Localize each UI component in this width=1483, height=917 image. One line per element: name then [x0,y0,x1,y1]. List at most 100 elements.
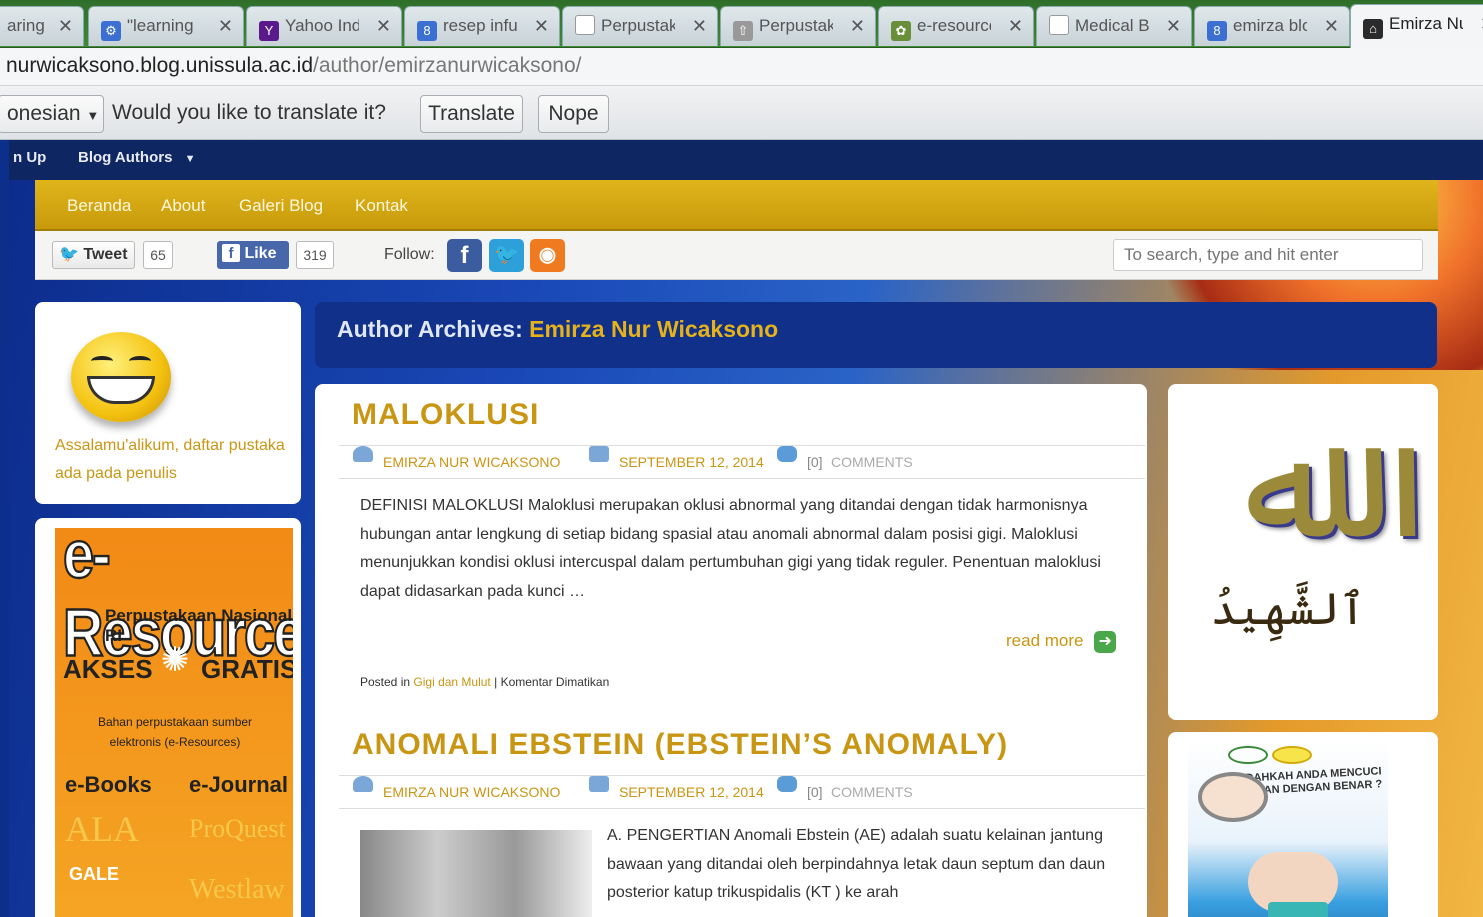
post-excerpt: A. PENGERTIAN Anomali Ebstein (AE) adala… [607,827,1106,901]
archive-prefix: Author Archives: [337,316,523,342]
post-author[interactable]: EMIRZA NUR WICAKSONO [383,776,560,808]
blog-authors-menu[interactable]: Blog Authors ▼ [78,149,196,166]
archive-header: Author Archives: Emirza Nur Wicaksono [315,302,1437,368]
like-button[interactable]: f Like [217,241,289,269]
admin-bar: n Up Blog Authors ▼ [9,140,1483,180]
handwash-poster[interactable]: SUDAHKAH ANDA MENCUCI TANGAN DENGAN BENA… [1188,742,1388,917]
comments-label[interactable]: COMMENTS [831,776,913,808]
browser-tab[interactable]: Y Yahoo Ind ✕ [246,6,402,46]
browser-tab[interactable]: Perpustak ✕ [562,6,718,46]
nope-button[interactable]: Nope [538,95,609,133]
browser-tab[interactable]: aring ✕ [0,6,84,46]
banner-ejournal: e-Journal [189,772,289,797]
close-tab-icon[interactable]: ✕ [1324,7,1339,45]
post-title[interactable]: MALOKLUSI [352,398,539,432]
close-tab-icon[interactable]: ✕ [58,7,73,45]
nav-galeri-blog[interactable]: Galeri Blog [239,196,323,216]
greeting-text: Assalamu'alikum, daftar pustaka ada pada… [55,437,285,482]
browser-tab-bar: aring ✕ ⚙ "learning ✕ Y Yahoo Ind ✕ 8 resep in… [0,0,1483,48]
nav-about[interactable]: About [161,196,205,216]
rss-icon[interactable]: ◉ [530,239,565,272]
like-count: 319 [296,241,334,269]
twitter-follow-icon[interactable]: 🐦 [489,239,524,272]
close-tab-icon[interactable]: ✕ [1008,7,1023,45]
yahoo-icon: Y [259,21,279,41]
close-tab-icon[interactable]: ✕ [376,7,391,45]
browser-tab[interactable]: Medical B ✕ [1036,6,1192,46]
browser-tab-active[interactable]: ⌂Emirza Nu✕ [1350,4,1483,48]
comment-count[interactable]: [0] [807,446,823,478]
translate-question: Would you like to translate it? [112,101,386,124]
read-more-link[interactable]: read more ➜ [1006,631,1117,653]
close-tab-icon[interactable]: ✕ [692,7,707,45]
comment-count[interactable]: [0] [807,776,823,808]
search-input[interactable] [1113,239,1423,271]
close-tab-icon[interactable]: ✕ [850,7,865,45]
browser-tab[interactable]: ✿ e-resource ✕ [878,6,1034,46]
close-tab-icon[interactable]: ✕ [534,7,549,45]
arrow-right-icon: ➜ [1094,631,1117,653]
smiley-icon [71,332,171,422]
post-author[interactable]: EMIRZA NUR WICAKSONO [383,446,560,478]
browser-tab[interactable]: ⇧ Perpustak ✕ [720,6,876,46]
main-nav: Beranda About Galeri Blog Kontak [35,180,1438,231]
upload-icon: ⇧ [733,21,753,41]
arabic-text: ٱلشَّهِيدُ [1210,584,1366,635]
calligraphy-widget: ﷲ ٱلشَّهِيدُ [1168,384,1438,720]
handwash-widget: SUDAHKAH ANDA MENCUCI TANGAN DENGAN BENA… [1168,732,1438,917]
eresources-widget: e-Resources Perpustakaan Nasional RI AKS… [35,518,301,917]
translate-button[interactable]: Translate [420,95,523,133]
tweet-count: 65 [143,241,173,269]
eresources-banner[interactable]: e-Resources Perpustakaan Nasional RI AKS… [55,528,293,917]
allah-calligraphy-image: ﷲ [1244,398,1332,572]
greeting-widget: Assalamu'alikum, daftar pustaka ada pada… [35,302,301,504]
banner-ebooks: e-Books [65,772,152,797]
gale-logo: GALE [69,864,120,884]
page-icon [1049,15,1069,35]
browser-tab[interactable]: 8 resep infu ✕ [404,6,560,46]
tweet-button[interactable]: 🐦 Tweet [52,241,135,269]
torch-icon: ✺ [160,641,190,679]
banner-description: Bahan perpustakaan sumber elektronis (e-… [97,715,253,749]
post-meta: EMIRZA NUR WICAKSONO SEPTEMBER 12, 2014 … [339,775,1145,809]
archive-author-name: Emirza Nur Wicaksono [529,316,779,342]
magnifier-icon [1198,772,1268,822]
url-text[interactable]: nurwicaksono.blog.unissula.ac.id/author/… [6,54,581,78]
post-title[interactable]: ANOMALI EBSTEIN (EBSTEIN’S ANOMALY) [352,728,1008,762]
social-bar: 🐦 Tweet 65 f Like 319 Follow: f 🐦 ◉ [35,231,1438,280]
post-date: SEPTEMBER 12, 2014 [619,454,764,470]
chevron-down-icon: ▼ [86,108,100,123]
translate-bar: onesian ▼ Would you like to translate it… [0,86,1483,140]
facebook-follow-icon[interactable]: f [447,239,482,272]
close-tab-icon[interactable]: ✕ [1166,7,1181,45]
post-footer: Posted in Gigi dan Mulut | Komentar Dima… [360,675,610,689]
logos-icon [1228,746,1348,766]
ala-logo: ALA [65,809,139,849]
signup-link[interactable]: n Up [13,149,46,166]
language-select[interactable]: onesian ▼ [0,95,104,133]
chevron-down-icon: ▼ [184,153,196,165]
westlaw-logo: Westlaw [189,874,285,905]
web-page: n Up Blog Authors ▼ Beranda About Galeri… [9,140,1483,917]
globe-icon: ✿ [891,21,911,41]
comments-label[interactable]: COMMENTS [831,446,913,478]
post-excerpt: DEFINISI MALOKLUSI Maloklusi merupakan o… [360,497,1101,600]
close-tab-icon[interactable]: ✕ [218,7,233,45]
search-icon: ⚙ [101,21,121,41]
twitter-bird-icon: 🐦 [59,246,79,263]
address-bar[interactable]: nurwicaksono.blog.unissula.ac.id/author/… [0,48,1483,86]
google-icon: 8 [1207,21,1227,41]
browser-tab[interactable]: ⚙ "learning ✕ [88,6,244,46]
soap-image [1268,902,1328,917]
nav-kontak[interactable]: Kontak [355,196,408,216]
smiley-eye [129,356,151,366]
smiley-mouth [87,376,155,404]
nav-beranda[interactable]: Beranda [67,196,131,216]
category-link[interactable]: Gigi dan Mulut [413,675,490,689]
browser-tab[interactable]: 8 emirza blo ✕ [1194,6,1350,46]
banner-gratis: GRATIS [201,654,293,684]
smiley-eye [91,356,113,366]
post-meta: EMIRZA NUR WICAKSONO SEPTEMBER 12, 2014 … [339,445,1145,479]
post-thumbnail-xray[interactable] [360,830,592,917]
post-date: SEPTEMBER 12, 2014 [619,784,764,800]
